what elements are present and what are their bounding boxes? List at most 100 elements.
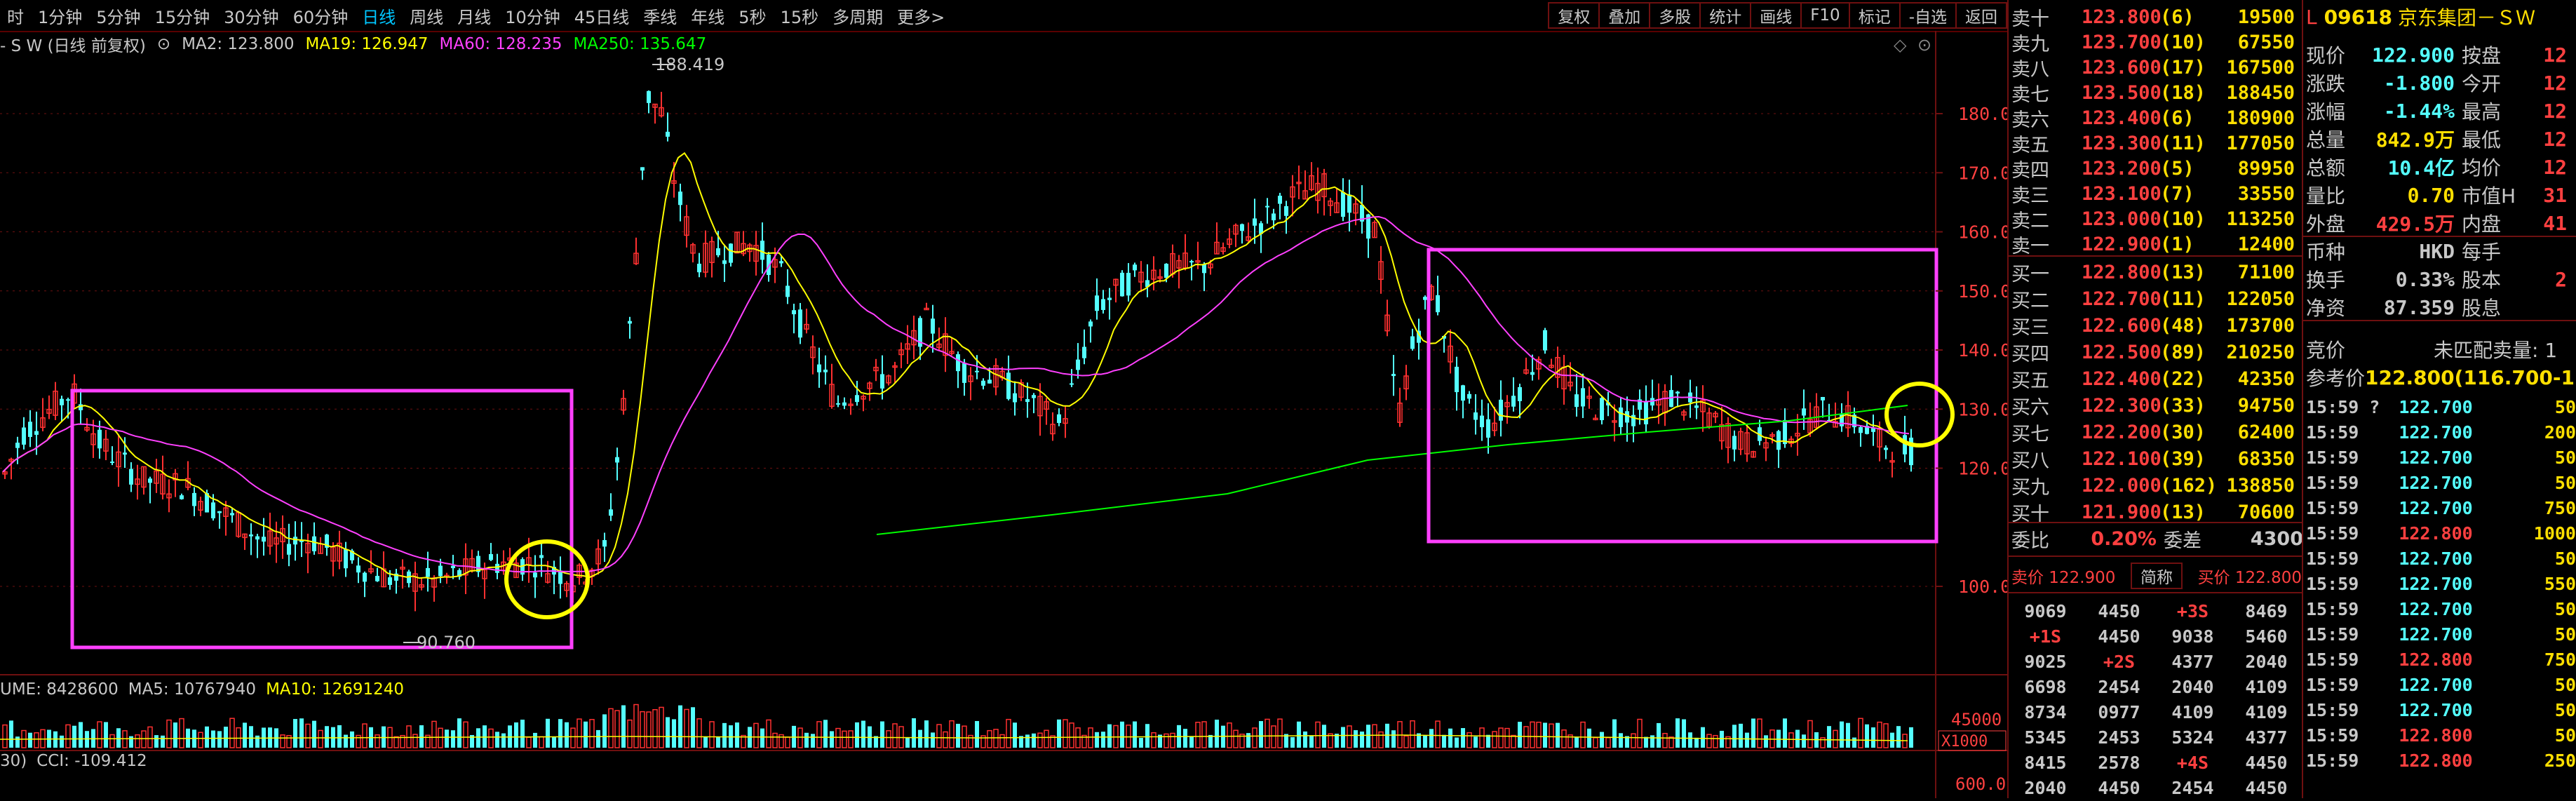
broker-id[interactable]: 4377 xyxy=(2156,652,2230,672)
broker-id[interactable]: 8469 xyxy=(2230,601,2303,621)
broker-id[interactable]: 0977 xyxy=(2082,702,2156,722)
period-tab[interactable]: 年线 xyxy=(684,4,731,28)
volume-bar xyxy=(892,723,898,748)
period-tab[interactable]: 1分钟 xyxy=(31,4,89,28)
period-tab[interactable]: 周线 xyxy=(403,4,450,28)
order-row[interactable]: 卖八 123.600 (17) 167500 xyxy=(2009,53,2303,81)
volume-bar xyxy=(79,722,83,748)
broker-id[interactable]: 4377 xyxy=(2230,727,2303,748)
quote-value: 2 xyxy=(2555,267,2567,291)
broker-id[interactable]: +4S xyxy=(2156,753,2230,773)
order-row[interactable]: 买一 122.800 (13) 71100 xyxy=(2009,258,2303,286)
tool-button[interactable]: 标记 xyxy=(1848,2,1901,29)
broker-id[interactable]: 4450 xyxy=(2230,753,2303,773)
period-tab[interactable]: 更多> xyxy=(890,4,952,28)
broker-id[interactable]: +2S xyxy=(2082,652,2156,672)
broker-id[interactable]: 2578 xyxy=(2082,753,2156,773)
volume-bar xyxy=(931,732,935,748)
volume-bar xyxy=(406,725,412,748)
tool-button[interactable]: 叠加 xyxy=(1598,2,1651,29)
broker-id[interactable]: 2454 xyxy=(2082,677,2156,697)
order-price: 122.800 xyxy=(2082,261,2162,283)
tab-short-name[interactable]: 简称 xyxy=(2131,563,2183,589)
broker-id[interactable]: 6698 xyxy=(2009,677,2082,697)
weicha-value: 4300 xyxy=(2250,527,2303,550)
tab-sell-price[interactable]: 卖价 122.900 xyxy=(2009,564,2131,588)
order-row[interactable]: 买二 122.700 (11) 122050 xyxy=(2009,285,2303,313)
broker-id[interactable]: 9025 xyxy=(2009,652,2082,672)
tool-button[interactable]: 多股 xyxy=(1649,2,1701,29)
broker-id[interactable]: 2040 xyxy=(2156,677,2230,697)
broker-id[interactable]: 9069 xyxy=(2009,601,2082,621)
broker-id[interactable]: 5324 xyxy=(2156,727,2230,748)
volume-bar xyxy=(936,724,942,748)
tool-button[interactable]: 统计 xyxy=(1699,2,1752,29)
order-volume: 173700 xyxy=(2226,314,2295,337)
period-tab[interactable]: 季线 xyxy=(636,4,684,28)
order-row[interactable]: 买五 122.400 (22) 42350 xyxy=(2009,365,2303,393)
order-row[interactable]: 卖七 123.500 (18) 188450 xyxy=(2009,79,2303,107)
order-row[interactable]: 卖三 123.100 (7) 33550 xyxy=(2009,180,2303,208)
volume-bar xyxy=(1063,719,1068,748)
candle-body xyxy=(1625,411,1629,423)
tick-time: 15:59 xyxy=(2306,548,2359,569)
broker-id[interactable]: +3S xyxy=(2156,601,2230,621)
period-tab[interactable]: 60分钟 xyxy=(286,4,356,28)
order-price: 123.200 xyxy=(2082,157,2162,180)
period-tab[interactable]: 15分钟 xyxy=(148,4,217,28)
tool-button[interactable]: -自选 xyxy=(1899,2,1957,29)
order-row[interactable]: 买六 122.300 (33) 94750 xyxy=(2009,391,2303,419)
order-row[interactable]: 买四 122.500 (89) 210250 xyxy=(2009,338,2303,366)
broker-id[interactable]: 4450 xyxy=(2082,626,2156,647)
broker-id[interactable]: 8415 xyxy=(2009,753,2082,773)
order-row[interactable]: 卖五 123.300 (11) 177050 xyxy=(2009,129,2303,157)
period-tab[interactable]: 10分钟 xyxy=(498,4,567,28)
candle-body xyxy=(1101,299,1105,310)
broker-id[interactable]: 4450 xyxy=(2082,778,2156,798)
order-row[interactable]: 卖六 123.400 (6) 180900 xyxy=(2009,104,2303,132)
quote-value: 0.33% xyxy=(2395,267,2455,291)
volume-bar xyxy=(1164,733,1169,748)
period-tab[interactable]: 45日线 xyxy=(567,4,637,28)
broker-id[interactable]: 8734 xyxy=(2009,702,2082,722)
period-tab[interactable]: 月线 xyxy=(450,4,498,28)
broker-id[interactable]: 2040 xyxy=(2009,778,2082,798)
broker-id[interactable]: 9038 xyxy=(2156,626,2230,647)
order-row[interactable]: 卖四 123.200 (5) 89950 xyxy=(2009,154,2303,182)
broker-id[interactable]: 4109 xyxy=(2230,702,2303,722)
order-row[interactable]: 买七 122.200 (30) 62400 xyxy=(2009,418,2303,446)
broker-id[interactable]: +1S xyxy=(2009,626,2082,647)
tool-button[interactable]: 画线 xyxy=(1750,2,1802,29)
volume-bar xyxy=(735,722,739,748)
order-count: (11) xyxy=(2160,288,2206,310)
period-tab[interactable]: 15秒 xyxy=(774,4,826,28)
order-row[interactable]: 卖十 123.800 (6) 19500 xyxy=(2009,3,2303,31)
tab-buy-price[interactable]: 买价 122.800 xyxy=(2183,564,2302,588)
order-row[interactable]: 买八 122.100 (39) 68350 xyxy=(2009,445,2303,473)
period-tab[interactable]: 时 xyxy=(0,4,31,28)
tool-button[interactable]: 复权 xyxy=(1548,2,1600,29)
period-tab[interactable]: 多周期 xyxy=(825,4,890,28)
tool-button[interactable]: F10 xyxy=(1800,2,1850,29)
order-row[interactable]: 卖九 123.700 (10) 67550 xyxy=(2009,28,2303,56)
period-tab[interactable]: 日线 xyxy=(355,4,403,28)
volume-bar xyxy=(9,720,13,748)
broker-id[interactable]: 2040 xyxy=(2230,652,2303,672)
broker-id[interactable]: 4109 xyxy=(2156,702,2230,722)
period-tab[interactable]: 30分钟 xyxy=(217,4,286,28)
tool-button[interactable]: 返回 xyxy=(1955,2,2007,29)
broker-id[interactable]: 4450 xyxy=(2082,601,2156,621)
order-row[interactable]: 买九 122.000 (162) 138850 xyxy=(2009,471,2303,499)
broker-id[interactable]: 5460 xyxy=(2230,626,2303,647)
broker-id[interactable]: 4450 xyxy=(2230,778,2303,798)
period-tab[interactable]: 5分钟 xyxy=(89,4,147,28)
order-row[interactable]: 卖二 123.000 (10) 113250 xyxy=(2009,205,2303,233)
order-row[interactable]: 买三 122.600 (48) 173700 xyxy=(2009,311,2303,339)
broker-id[interactable]: 4109 xyxy=(2230,677,2303,697)
order-row[interactable]: 卖一 122.900 (1) 12400 xyxy=(2009,230,2303,258)
tick-price: 122.700 xyxy=(2399,573,2473,594)
period-tab[interactable]: 5秒 xyxy=(731,4,773,28)
broker-id[interactable]: 2454 xyxy=(2156,778,2230,798)
broker-id[interactable]: 2453 xyxy=(2082,727,2156,748)
broker-id[interactable]: 5345 xyxy=(2009,727,2082,748)
